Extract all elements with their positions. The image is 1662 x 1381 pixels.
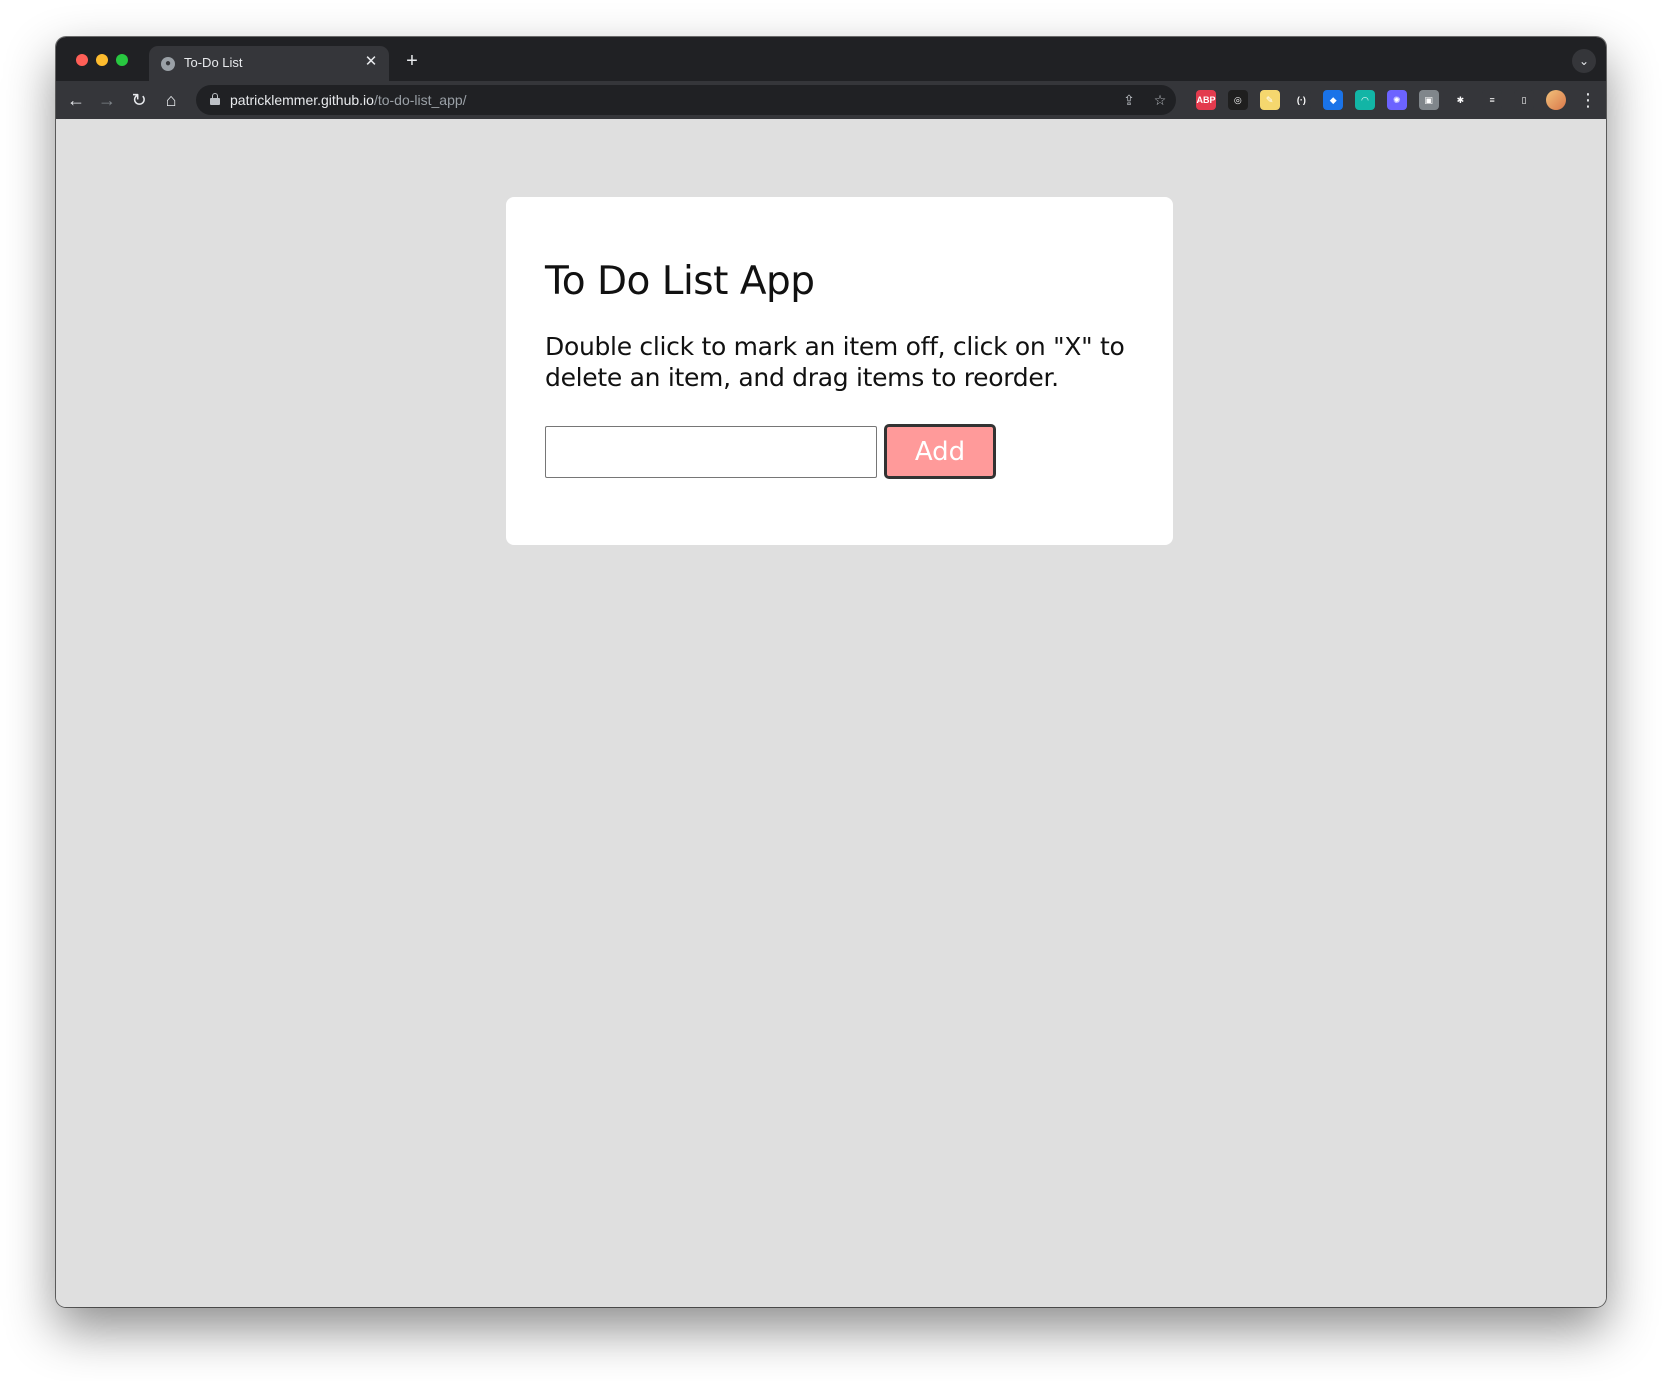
- home-icon[interactable]: ⌂: [159, 88, 183, 112]
- url-host: patricklemmer.github.io: [230, 92, 374, 108]
- back-icon[interactable]: ←: [64, 88, 88, 112]
- colorzilla-icon[interactable]: ✎: [1259, 90, 1280, 110]
- devtools-ext-icon[interactable]: (·): [1291, 90, 1312, 110]
- browser-window: ● To-Do List ✕ + ⌄ ← → ↻ ⌂ patricklemmer…: [56, 37, 1606, 1307]
- tab-strip: ● To-Do List ✕ + ⌄: [56, 37, 1606, 81]
- screenshot-ext-icon[interactable]: ▣: [1418, 90, 1439, 110]
- new-tab-button[interactable]: +: [400, 49, 424, 73]
- tab-close-icon[interactable]: ✕: [361, 52, 381, 72]
- browser-toolbar: ← → ↻ ⌂ patricklemmer.github.io/to-do-li…: [56, 81, 1606, 119]
- puzzle-icon[interactable]: ✱: [1450, 90, 1471, 110]
- reload-icon[interactable]: ↻: [127, 88, 151, 112]
- react-devtools-icon[interactable]: ✺: [1386, 90, 1407, 110]
- page-title: To Do List App: [545, 259, 815, 304]
- maximize-window-button[interactable]: [116, 54, 128, 66]
- page-viewport: To Do List App Double click to mark an i…: [56, 119, 1606, 1307]
- url-path: /to-do-list_app/: [373, 92, 467, 108]
- tab-todo-list[interactable]: ● To-Do List ✕: [149, 46, 389, 81]
- copilot-icon[interactable]: ◎: [1227, 90, 1248, 110]
- reading-list-icon[interactable]: ≡: [1482, 90, 1503, 110]
- url-text[interactable]: patricklemmer.github.io/to-do-list_app/: [230, 92, 467, 108]
- todo-card: To Do List App Double click to mark an i…: [506, 197, 1173, 545]
- bookmark-star-icon[interactable]: ☆: [1148, 88, 1172, 112]
- speed-ext-icon[interactable]: ◠: [1355, 90, 1375, 110]
- adblock-plus-icon[interactable]: ABP: [1196, 90, 1216, 110]
- share-icon[interactable]: ⇪: [1117, 88, 1141, 112]
- close-window-button[interactable]: [76, 54, 88, 66]
- shield-ext-icon[interactable]: ◆: [1323, 90, 1344, 110]
- globe-icon: ●: [161, 57, 175, 71]
- minimize-window-button[interactable]: [96, 54, 108, 66]
- chrome-menu-icon[interactable]: ⋮: [1576, 88, 1600, 112]
- instructions-text: Double click to mark an item off, click …: [545, 332, 1125, 392]
- profile-avatar[interactable]: [1545, 90, 1566, 110]
- tab-search-icon[interactable]: ⌄: [1572, 49, 1596, 73]
- address-bar[interactable]: patricklemmer.github.io/to-do-list_app/ …: [196, 85, 1176, 115]
- add-button[interactable]: Add: [884, 424, 996, 479]
- task-input[interactable]: [545, 426, 877, 478]
- lock-icon[interactable]: [210, 93, 220, 105]
- tab-title: To-Do List: [184, 55, 243, 70]
- forward-icon[interactable]: →: [95, 88, 119, 112]
- side-panel-icon[interactable]: ▯: [1514, 90, 1534, 110]
